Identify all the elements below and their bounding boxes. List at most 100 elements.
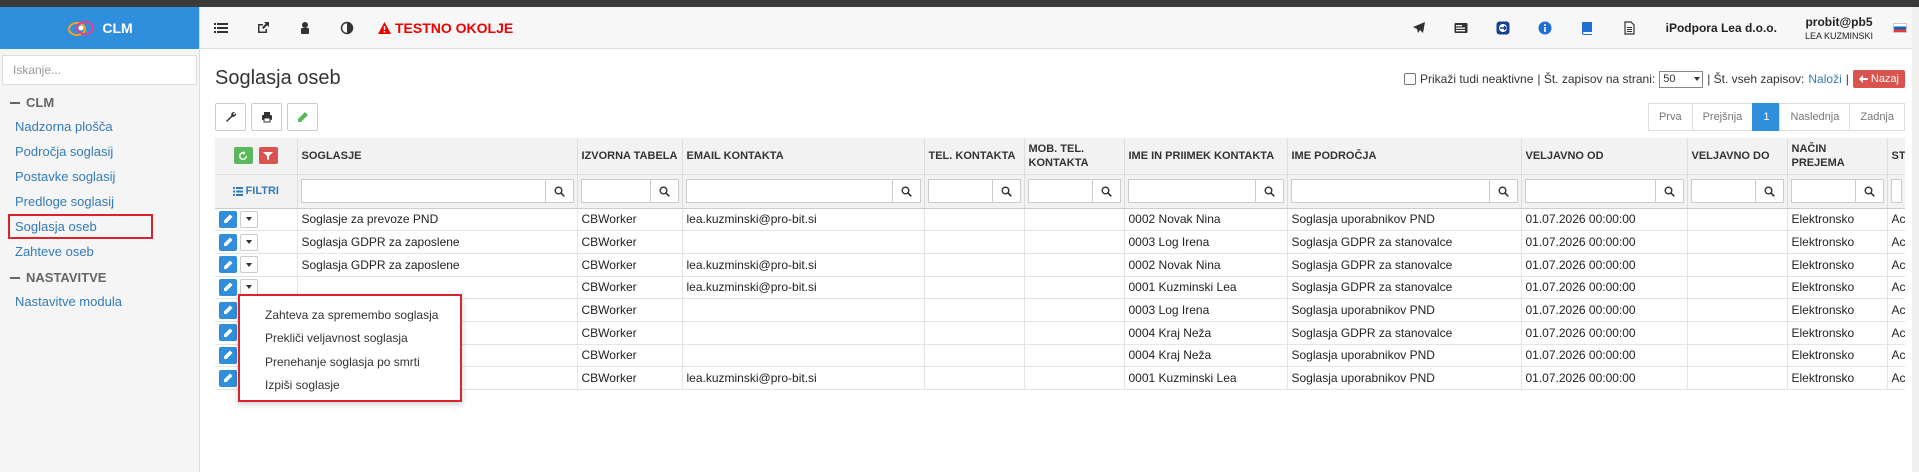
theme-toggle-button[interactable] [326, 7, 368, 49]
document-button[interactable] [1608, 7, 1650, 49]
page-scrollbar[interactable] [1912, 7, 1919, 472]
app-logo-icon [66, 18, 96, 38]
load-link[interactable]: Naloži [1808, 72, 1841, 86]
sidebar-search-input[interactable]: Iskanje... [2, 55, 197, 85]
filter-input[interactable] [300, 179, 546, 203]
filters-button[interactable]: FILTRI [218, 185, 294, 197]
filter-search-button[interactable] [1489, 179, 1518, 203]
table-row[interactable]: Soglasja GDPR za zaposlene CBWorker lea.ku… [215, 253, 1905, 277]
records-per-page-select[interactable]: 50 [1659, 70, 1704, 88]
filter-toggle-button[interactable] [258, 147, 278, 165]
cell-izvorna-tabela: CBWorker [577, 276, 683, 300]
column-header-ime-priimek[interactable]: IME IN PRIIMEK KONTAKTA [1124, 138, 1288, 175]
filter-search-button[interactable] [1655, 179, 1684, 203]
column-header-izvorna-tabela[interactable]: IZVORNA TABELA [577, 138, 683, 175]
info-button[interactable] [1524, 7, 1566, 49]
filter-search-button[interactable] [1855, 179, 1884, 203]
row-edit-button[interactable] [219, 346, 237, 364]
menu-toggle-button[interactable] [200, 7, 242, 49]
app-brand[interactable]: CLM [0, 7, 199, 49]
table-row[interactable]: CBWorker 0004 Kraj Neža Soglasja GDPR za s… [215, 321, 1905, 345]
filter-input[interactable] [1790, 179, 1856, 203]
filter-search-button[interactable] [650, 179, 679, 203]
filter-search-button[interactable] [1755, 179, 1784, 203]
row-dropdown-button[interactable] [240, 256, 258, 274]
table-row[interactable]: Soglasje za prevoze PNDCBWorkerlea.kuzmi… [215, 208, 1905, 232]
filter-input[interactable] [1290, 179, 1490, 203]
column-header-status[interactable]: STA [1887, 138, 1905, 175]
table-row[interactable]: CBWorker 0003 Log Irena Soglasja uporabnik… [215, 298, 1905, 322]
column-header-veljavno-od[interactable]: VELJAVNO OD [1521, 138, 1688, 175]
row-edit-button[interactable] [219, 301, 237, 319]
filter-input[interactable] [685, 179, 893, 203]
sidebar-item-podrocja-soglasij[interactable]: Področja soglasij [0, 139, 199, 164]
filter-input[interactable] [580, 179, 651, 203]
table-row[interactable]: Soglasje za prevoze PNDCBWorkerlea.kuzmi… [215, 366, 1905, 390]
filter-search-button[interactable] [545, 179, 574, 203]
show-inactive-checkbox[interactable] [1403, 73, 1416, 85]
column-header-email[interactable]: EMAIL KONTAKTA [682, 138, 925, 175]
row-dropdown-button[interactable] [240, 233, 258, 251]
filter-input[interactable] [1127, 179, 1256, 203]
column-header-ime-podrocja[interactable]: IME PODROČJA [1287, 138, 1522, 175]
column-header-soglasje[interactable]: SOGLASJE [297, 138, 578, 175]
table-row[interactable]: Soglasja GDPR za zaposlene CBWorker 0003 L… [215, 230, 1905, 254]
filter-input[interactable] [1027, 179, 1093, 203]
filter-search-button[interactable] [892, 179, 921, 203]
manual-button[interactable] [1566, 7, 1608, 49]
filter-search-button[interactable] [1255, 179, 1284, 203]
filter-input[interactable] [1690, 179, 1756, 203]
lock-button[interactable] [284, 7, 326, 49]
row-edit-button[interactable] [219, 324, 237, 342]
sidebar-item-predloge-soglasij[interactable]: Predloge soglasij [0, 189, 199, 214]
refresh-button[interactable] [233, 147, 253, 165]
open-external-button[interactable] [242, 7, 284, 49]
page-current-button[interactable]: 1 [1752, 103, 1781, 131]
sidebar-item-soglasja-oseb[interactable]: Soglasja oseb [8, 214, 153, 239]
edit-button[interactable] [287, 103, 318, 131]
sidebar-item-nadzorna-plosca[interactable]: Nadzorna plošča [0, 114, 199, 139]
filter-search-button[interactable] [1092, 179, 1121, 203]
tools-button[interactable] [215, 103, 246, 131]
filter-input[interactable] [1890, 179, 1902, 203]
page-next-button[interactable]: Naslednja [1779, 103, 1851, 131]
menu-item-preklici-veljavnost[interactable]: Prekliči veljavnost soglasja [240, 327, 460, 351]
sidebar-item-nastavitve-modula[interactable]: Nastavitve modula [0, 289, 199, 314]
back-button[interactable]: Nazaj [1852, 70, 1905, 88]
row-edit-button[interactable] [219, 256, 237, 274]
filter-input[interactable] [927, 179, 993, 203]
sidebar-item-zahteve-oseb[interactable]: Zahteve oseb [0, 239, 199, 264]
column-header-tel[interactable]: TEL. KONTAKTA [924, 138, 1025, 175]
card-button[interactable] [1440, 7, 1482, 49]
filter-input[interactable] [1524, 179, 1656, 203]
row-edit-button[interactable] [219, 278, 237, 296]
send-button[interactable] [1398, 7, 1440, 49]
column-header-veljavno-do[interactable]: VELJAVNO DO [1687, 138, 1788, 175]
menu-item-prenehanje-po-smrti[interactable]: Prenehanje soglasja po smrti [240, 350, 460, 374]
cell-nacin-prejema: Elektronsko [1787, 276, 1888, 300]
page-first-button[interactable]: Prva [1647, 103, 1693, 131]
table-row[interactable]: CBWorker 0004 Kraj Neža Soglasja uporabnik… [215, 344, 1905, 368]
row-edit-button[interactable] [219, 369, 237, 387]
section-title-nastavitve: NASTAVITVE [0, 266, 199, 289]
dash-icon [10, 101, 20, 104]
remote-button[interactable] [1482, 7, 1524, 49]
table-row[interactable]: CBWorker lea.kuzminski@pro-bit.si 0001 Kuz… [215, 276, 1905, 300]
menu-item-zahteva-spremembe[interactable]: Zahteva za spremembo soglasja [240, 303, 460, 327]
menu-item-izpisi-soglasje[interactable]: Izpiši soglasje [240, 374, 460, 398]
row-edit-button[interactable] [219, 233, 237, 251]
user-menu[interactable]: probit@pb5 LEA KUZMINSKI [1793, 15, 1893, 41]
user-lock-icon [301, 21, 309, 34]
sidebar-item-postavke-soglasij[interactable]: Postavke soglasij [0, 164, 199, 189]
language-flag-icon[interactable] [1893, 22, 1907, 33]
print-button[interactable] [251, 103, 282, 131]
column-header-mob-tel[interactable]: MOB. TEL. KONTAKTA [1024, 138, 1125, 175]
row-dropdown-button[interactable] [240, 210, 258, 228]
page-prev-button[interactable]: Prejšnja [1691, 103, 1754, 131]
column-header-nacin-prejema[interactable]: NAČIN PREJEMA [1787, 138, 1888, 175]
page-last-button[interactable]: Zadnja [1849, 103, 1905, 131]
external-link-icon [258, 21, 269, 33]
filter-search-button[interactable] [992, 179, 1021, 203]
cell-nacin-prejema: Elektronsko [1787, 208, 1888, 232]
row-edit-button[interactable] [219, 210, 237, 228]
